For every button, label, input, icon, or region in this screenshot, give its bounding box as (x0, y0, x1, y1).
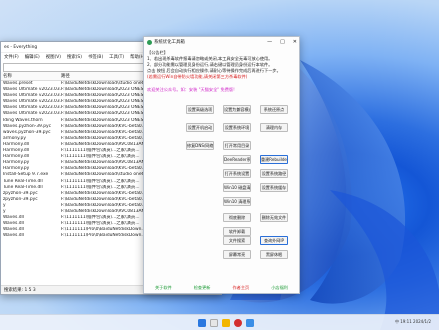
clean-memory-button[interactable]: 清理内存 (260, 123, 288, 132)
fix-dns-button[interactable]: 修复DNS/网络 (186, 141, 214, 150)
open-settings-button[interactable]: 打开系统设置 (223, 169, 251, 178)
uninstall-button[interactable]: 软件卸载 (223, 227, 251, 236)
clean-system-button[interactable]: Win10 清理系统 (223, 197, 251, 206)
dee-reader-button[interactable]: DeeReader系统 (223, 155, 251, 164)
promo-text: 欢迎关注公众号。如：安装 "天猫安全" 免费版! (147, 87, 235, 92)
system-path-button[interactable]: 设置系统路径 (260, 169, 288, 178)
clock-time[interactable]: 19:11 (400, 319, 412, 324)
startup-button[interactable]: 设置开机启动 (186, 123, 214, 132)
cell-name: Waves.dll (3, 233, 24, 239)
taskbar: 中 19:11 2024/1/2 (0, 314, 439, 330)
ime-indicator[interactable]: 中 (395, 319, 399, 324)
menu-file[interactable]: 文件(F) (4, 53, 19, 63)
rebuilder-button[interactable]: 重建Rebuilder (260, 155, 288, 164)
sleep-button[interactable]: 黑屏休眠 (260, 250, 288, 259)
clock-date[interactable]: 2024/1/2 (413, 319, 431, 324)
system-tray[interactable]: 中 19:11 2024/1/2 (395, 319, 431, 325)
menu-search[interactable]: 搜索(S) (67, 53, 82, 63)
menu-tools[interactable]: 工具(T) (109, 53, 124, 63)
system-cache-button[interactable]: 设置系统缓存 (260, 183, 288, 192)
force-delete-button[interactable]: 彻底删除 (223, 213, 251, 222)
column-path[interactable]: 路径 (61, 72, 149, 80)
shop-link[interactable]: 小店福利 (271, 282, 288, 293)
advanced-options-button[interactable]: 设置高级选项 (186, 105, 214, 114)
close-button[interactable]: ✕ (293, 37, 297, 48)
app-icon (147, 40, 152, 45)
notice-warning: (若需运行Win自带防火墙功能,请关闭第三方杀毒软件) (147, 74, 248, 79)
maximize-button[interactable]: □ (280, 37, 285, 48)
minimize-button[interactable]: — (267, 37, 272, 48)
disk-cleanup-button[interactable]: Win10 磁盘清理 (223, 183, 251, 192)
env-settings-button[interactable]: 设置系统环境 (223, 123, 251, 132)
file-search-button[interactable]: 文件搜索 (223, 236, 251, 245)
everything-title: es - Everything (4, 45, 38, 50)
restore-point-button[interactable]: 系统还原点 (260, 105, 288, 114)
external-ip-button[interactable]: 查询外网IP (260, 236, 288, 245)
cell-path: F:\1111111\Pro\0\BaiduNetdiskDown... (61, 233, 146, 239)
open-dirs-button[interactable]: 打开常用目录 (223, 141, 251, 150)
optimizer-footer: 关于软件 检查更新 作者主页 小店福利 (144, 282, 299, 293)
menu-view[interactable]: 视图(V) (46, 53, 61, 63)
folder-icon[interactable] (222, 319, 230, 327)
update-link[interactable]: 检查更新 (194, 282, 211, 293)
optimizer-window: 系统优化工具箱 — □ ✕ 【公告栏】 1、若出现杀毒软件报毒请忽略或关闭,本工… (143, 36, 300, 294)
compat-mode-button[interactable]: 设置为兼容模式 (223, 105, 251, 114)
homepage-link[interactable]: 作者主页 (232, 282, 249, 293)
explorer-icon[interactable] (210, 319, 218, 327)
screen-on-button[interactable]: 屏幕常亮 (223, 250, 251, 259)
delete-invalid-button[interactable]: 删除无效文件 (260, 213, 288, 222)
optimizer-title: 系统优化工具箱 (154, 40, 185, 45)
optimizer-titlebar: 系统优化工具箱 — □ ✕ (144, 37, 299, 48)
menu-bookmarks[interactable]: 书签(B) (88, 53, 103, 63)
menu-edit[interactable]: 编辑(E) (25, 53, 40, 63)
column-name[interactable]: 名称 (1, 72, 61, 80)
about-link[interactable]: 关于软件 (155, 282, 172, 293)
start-icon[interactable] (198, 319, 206, 327)
app-icon[interactable] (234, 319, 242, 327)
everything-icon[interactable] (246, 319, 254, 327)
